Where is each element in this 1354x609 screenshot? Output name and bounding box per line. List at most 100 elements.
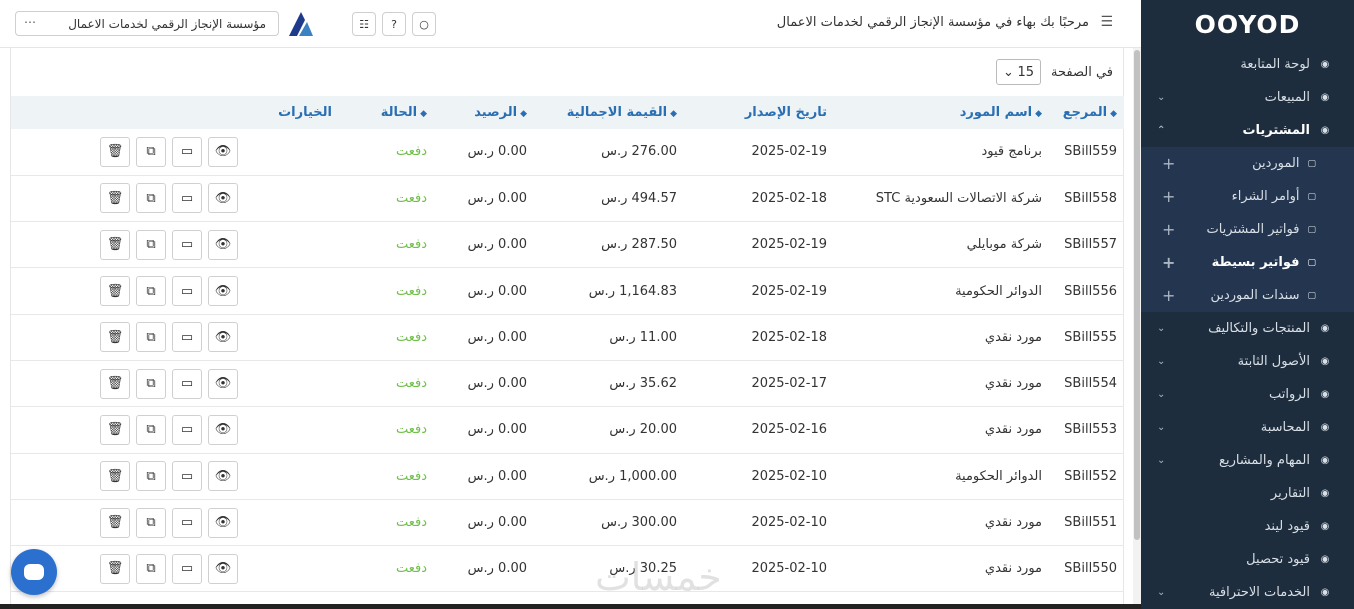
scrollbar-thumb[interactable]: [1134, 50, 1140, 540]
copy-button[interactable]: ⧉: [136, 183, 166, 214]
cell-supplier: شركة الاتصالات السعودية STC: [875, 190, 1042, 206]
delete-button[interactable]: 🗑: [100, 368, 130, 399]
cell-date: 2025-02-16: [751, 422, 827, 438]
sidebar-item-10[interactable]: ◉ قيود تحصيل: [1141, 543, 1354, 576]
payment-button[interactable]: ▭: [172, 507, 202, 538]
copy-button[interactable]: ⧉: [136, 136, 166, 167]
payment-button[interactable]: ▭: [172, 183, 202, 214]
payment-button[interactable]: ▭: [172, 553, 202, 584]
sidebar-item-3[interactable]: ◉ المنتجات والتكاليف ⌄: [1141, 312, 1354, 345]
submenu-item-4[interactable]: ▢ سندات الموردين +: [1141, 279, 1354, 312]
view-button[interactable]: 👁: [208, 507, 238, 538]
cell-total: 287.50 ر.س: [601, 237, 677, 253]
delete-button[interactable]: 🗑: [100, 276, 130, 307]
view-button[interactable]: 👁: [208, 136, 238, 167]
col-total[interactable]: ◆القيمة الاجمالية: [534, 96, 684, 129]
more-icon[interactable]: ⋯: [24, 15, 36, 29]
copy-button[interactable]: ⧉: [136, 461, 166, 492]
delete-button[interactable]: 🗑: [100, 414, 130, 445]
col-ref[interactable]: ◆المرجع: [1049, 96, 1124, 129]
sidebar-item-4[interactable]: ◉ الأصول الثابتة ⌄: [1141, 345, 1354, 378]
sidebar-item-label: المشتريات: [1242, 123, 1310, 138]
products-icon: ◉: [1320, 323, 1330, 334]
col-status[interactable]: ◆الحالة: [339, 96, 434, 129]
payment-button[interactable]: ▭: [172, 368, 202, 399]
plus-icon[interactable]: +: [1162, 154, 1175, 173]
payment-button[interactable]: ▭: [172, 322, 202, 353]
copy-button[interactable]: ⧉: [136, 322, 166, 353]
payment-button[interactable]: ▭: [172, 276, 202, 307]
col-balance[interactable]: ◆الرصيد: [434, 96, 534, 129]
col-date[interactable]: تاريخ الإصدار: [684, 96, 834, 129]
delete-button[interactable]: 🗑: [100, 507, 130, 538]
sidebar-item-0[interactable]: ◉ لوحة المتابعة: [1141, 48, 1354, 81]
delete-button[interactable]: 🗑: [100, 553, 130, 584]
submenu-item-1[interactable]: ▢ أوامر الشراء +: [1141, 180, 1354, 213]
delete-button[interactable]: 🗑: [100, 136, 130, 167]
payment-button[interactable]: ▭: [172, 136, 202, 167]
view-button[interactable]: 👁: [208, 276, 238, 307]
copy-button[interactable]: ⧉: [136, 229, 166, 260]
eye-icon: 👁: [214, 468, 232, 484]
copy-button[interactable]: ⧉: [136, 553, 166, 584]
assets-icon: ◉: [1320, 356, 1330, 367]
chat-button[interactable]: [11, 549, 57, 595]
help-button[interactable]: ?: [382, 12, 406, 36]
circle-button[interactable]: ○: [412, 12, 436, 36]
delete-button[interactable]: 🗑: [100, 461, 130, 492]
submenu-item-3[interactable]: ▢ فواتير بسيطة +: [1141, 246, 1354, 279]
app-logo[interactable]: OOYOD: [1141, 0, 1354, 48]
sidebar-item-label: الرواتب: [1268, 387, 1310, 402]
plus-icon[interactable]: +: [1162, 286, 1175, 305]
cell-actions: 🗑 ⧉ ▭ 👁: [11, 546, 339, 592]
view-button[interactable]: 👁: [208, 183, 238, 214]
sidebar-item-11[interactable]: ◉ الخدمات الاحترافية ⌄: [1141, 576, 1354, 609]
delete-button[interactable]: 🗑: [100, 183, 130, 214]
view-button[interactable]: 👁: [208, 461, 238, 492]
card-icon: ▭: [180, 144, 194, 160]
sidebar-item-6[interactable]: ◉ المحاسبة ⌄: [1141, 411, 1354, 444]
cell-actions: 🗑 ⧉ ▭ 👁: [11, 314, 339, 360]
submenu-item-2[interactable]: ▢ فواتير المشتريات +: [1141, 213, 1354, 246]
sidebar-item-1[interactable]: ◉ المبيعات ⌄: [1141, 81, 1354, 114]
payment-button[interactable]: ▭: [172, 461, 202, 492]
sidebar-item-label: المهام والمشاريع: [1219, 453, 1310, 468]
delete-button[interactable]: 🗑: [100, 322, 130, 353]
sidebar-item-label: الخدمات الاحترافية: [1209, 585, 1310, 600]
payment-button[interactable]: ▭: [172, 229, 202, 260]
col-supplier[interactable]: ◆اسم المورد: [834, 96, 1049, 129]
per-page-select[interactable]: 15 ⌄: [996, 59, 1042, 85]
view-button[interactable]: 👁: [208, 414, 238, 445]
copy-button[interactable]: ⧉: [136, 507, 166, 538]
sidebar-item-8[interactable]: ◉ التقارير: [1141, 477, 1354, 510]
sales-icon: ◉: [1320, 92, 1330, 103]
eye-icon: 👁: [214, 283, 232, 299]
sidebar-item-9[interactable]: ◉ قيود ليند: [1141, 510, 1354, 543]
delete-button[interactable]: 🗑: [100, 229, 130, 260]
cell-date: 2025-02-17: [751, 376, 827, 392]
sidebar-item-2[interactable]: ◉ المشتريات ⌃: [1141, 114, 1354, 147]
bills-table: ◆المرجع ◆اسم المورد تاريخ الإصدار ◆القيم…: [11, 96, 1124, 592]
sidebar-item-5[interactable]: ◉ الرواتب ⌄: [1141, 378, 1354, 411]
copy-button[interactable]: ⧉: [136, 414, 166, 445]
plus-icon[interactable]: +: [1162, 253, 1175, 272]
top-header: ☰ مرحبًا بك بهاء في مؤسسة الإنجاز الرقمي…: [0, 0, 1141, 48]
submenu-item-0[interactable]: ▢ الموردين +: [1141, 147, 1354, 180]
copy-button[interactable]: ⧉: [136, 368, 166, 399]
view-button[interactable]: 👁: [208, 229, 238, 260]
sidebar-item-7[interactable]: ◉ المهام والمشاريع ⌄: [1141, 444, 1354, 477]
copy-icon: ⧉: [146, 237, 156, 253]
trash-icon: 🗑: [106, 515, 124, 531]
cell-ref: SBill551: [1064, 515, 1117, 531]
company-select[interactable]: مؤسسة الإنجاز الرقمي لخدمات الاعمال ⋯: [15, 11, 279, 36]
copy-button[interactable]: ⧉: [136, 276, 166, 307]
payment-button[interactable]: ▭: [172, 414, 202, 445]
plus-icon[interactable]: +: [1162, 187, 1175, 206]
checklist-button[interactable]: ☷: [352, 12, 376, 36]
view-button[interactable]: 👁: [208, 368, 238, 399]
view-button[interactable]: 👁: [208, 553, 238, 584]
menu-toggle-icon[interactable]: ☰: [1100, 14, 1113, 30]
plus-icon[interactable]: +: [1162, 220, 1175, 239]
copy-icon: ⧉: [146, 283, 156, 299]
view-button[interactable]: 👁: [208, 322, 238, 353]
